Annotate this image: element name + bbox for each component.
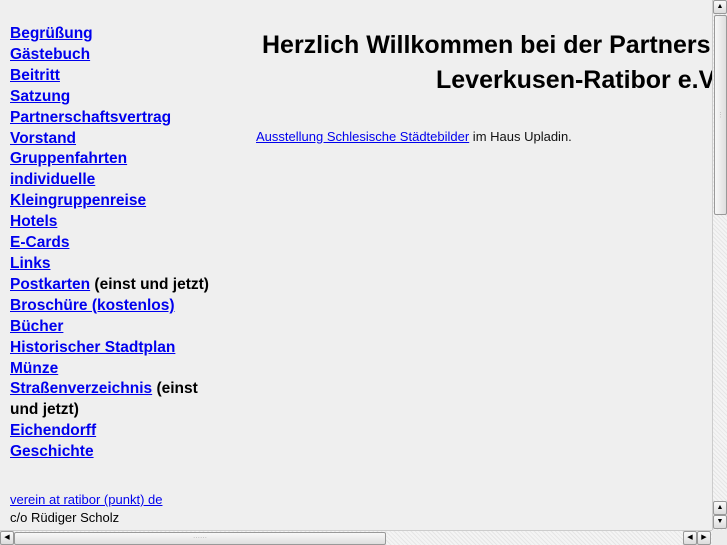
- email-link[interactable]: verein at ratibor (punkt) de: [10, 492, 162, 507]
- sidebar-link[interactable]: Straßenverzeichnis: [10, 380, 152, 397]
- sidebar-item: Münze: [10, 359, 230, 380]
- scroll-down-button[interactable]: ▼: [713, 515, 727, 529]
- horizontal-scroll-thumb[interactable]: ⋯⋯: [14, 532, 386, 545]
- sidebar-item: Geschichte: [10, 442, 230, 463]
- news-text: im Haus Upladin.: [469, 129, 572, 144]
- sidebar-link[interactable]: Begrüßung: [10, 25, 93, 42]
- sidebar-link[interactable]: Historischer Stadtplan: [10, 339, 175, 356]
- title-line-1: Herzlich Willkommen bei der Partners: [262, 31, 711, 59]
- title-line-2: Leverkusen-Ratibor e.V: [436, 66, 712, 94]
- sidebar-nav: Begrüßung Gästebuch Beitritt Satzung Partne…: [10, 24, 230, 463]
- sidebar-link[interactable]: Geschichte: [10, 443, 94, 460]
- scroll-up-button[interactable]: ▲: [713, 0, 727, 14]
- sidebar-link[interactable]: Satzung: [10, 88, 70, 105]
- scroll-left-button[interactable]: ◀: [0, 531, 14, 545]
- sidebar-item: Gruppenfahrten: [10, 149, 230, 170]
- sidebar-link[interactable]: Gruppenfahrten: [10, 150, 127, 167]
- sidebar-item: Broschüre (kostenlos): [10, 296, 230, 317]
- vertical-scroll-thumb[interactable]: ⋮⋮: [714, 15, 727, 215]
- address-line: c/o Rüdiger Scholz: [10, 510, 120, 525]
- sidebar-item: Historischer Stadtplan: [10, 338, 230, 359]
- horizontal-scrollbar[interactable]: ◀ ⋯⋯ ◀ ▶: [0, 530, 712, 545]
- sidebar-link[interactable]: Broschüre (kostenlos): [10, 297, 175, 314]
- sidebar-link[interactable]: Münze: [10, 360, 58, 377]
- sidebar-item-note: (einst und jetzt): [90, 275, 209, 293]
- sidebar-link[interactable]: Gästebuch: [10, 46, 90, 63]
- scroll-left-button-right[interactable]: ◀: [683, 531, 697, 545]
- sidebar-link[interactable]: Bücher: [10, 318, 63, 335]
- sidebar-item: E-Cards: [10, 233, 230, 254]
- scroll-right-button[interactable]: ▶: [697, 531, 711, 545]
- sidebar-link[interactable]: Hotels: [10, 213, 57, 230]
- page-title: Herzlich Willkommen bei der Partners Lev…: [262, 28, 712, 98]
- sidebar-item: Links: [10, 254, 230, 275]
- sidebar-item: Begrüßung: [10, 24, 230, 45]
- sidebar-link[interactable]: E-Cards: [10, 234, 69, 251]
- sidebar-link[interactable]: Beitritt: [10, 67, 60, 84]
- sidebar-item: Beitritt: [10, 66, 230, 87]
- grip-icon: ⋮⋮: [717, 112, 727, 119]
- sidebar-item: Hotels: [10, 212, 230, 233]
- sidebar-item: Vorstand: [10, 129, 230, 150]
- sidebar-link[interactable]: Partnerschaftsvertrag: [10, 109, 171, 126]
- scrollbar-corner: [712, 530, 727, 545]
- sidebar-item: Satzung: [10, 87, 230, 108]
- grip-icon: ⋯⋯: [193, 535, 207, 542]
- contact-block: verein at ratibor (punkt) de c/o Rüdiger…: [10, 491, 162, 527]
- sidebar-link[interactable]: individuelle Kleingruppenreise: [10, 171, 146, 209]
- sidebar-item: Gästebuch: [10, 45, 230, 66]
- sidebar-item: Straßenverzeichnis (einst und jetzt): [10, 379, 230, 421]
- sidebar-item: Bücher: [10, 317, 230, 338]
- scroll-up-button-lower[interactable]: ▲: [713, 501, 727, 515]
- sidebar-link[interactable]: Eichendorff: [10, 422, 96, 439]
- vertical-scrollbar[interactable]: ▲ ⋮⋮ ▲ ▼: [712, 0, 727, 530]
- sidebar-link[interactable]: Vorstand: [10, 130, 76, 147]
- sidebar-item: Partnerschaftsvertrag: [10, 108, 230, 129]
- sidebar-item: Eichendorff: [10, 421, 230, 442]
- sidebar-link[interactable]: Links: [10, 255, 50, 272]
- exhibition-link[interactable]: Ausstellung Schlesische Städtebilder: [256, 129, 469, 144]
- sidebar-item: individuelle Kleingruppenreise: [10, 170, 230, 212]
- page-viewport: Begrüßung Gästebuch Beitritt Satzung Partne…: [0, 0, 712, 530]
- sidebar-link[interactable]: Postkarten: [10, 276, 90, 293]
- news-item: Ausstellung Schlesische Städtebilder im …: [256, 129, 572, 144]
- sidebar-item: Postkarten (einst und jetzt): [10, 275, 230, 296]
